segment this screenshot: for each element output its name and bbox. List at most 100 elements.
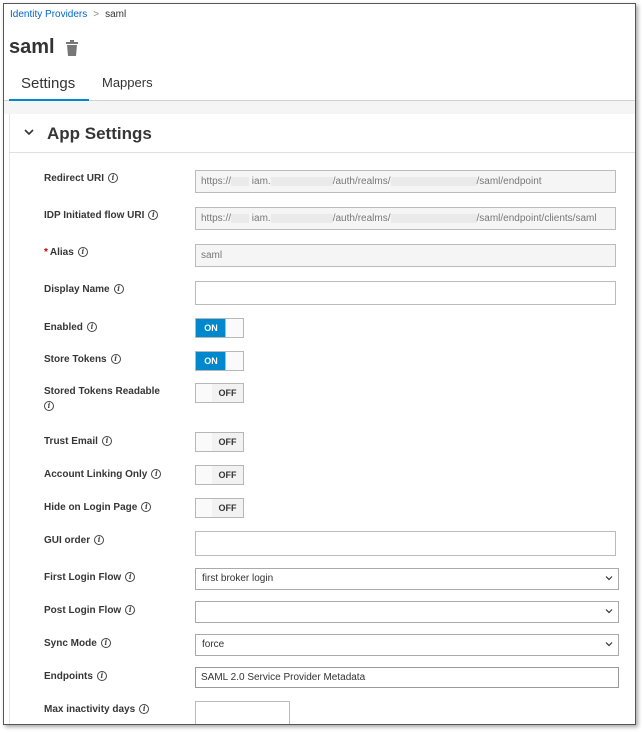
toggle-knob <box>225 352 243 370</box>
breadcrumb-separator: > <box>93 9 100 20</box>
info-icon[interactable]: i <box>94 535 105 545</box>
tab-mappers[interactable]: Mappers <box>102 75 153 90</box>
chevron-down-icon[interactable] <box>22 125 36 139</box>
info-icon[interactable]: i <box>125 572 136 582</box>
sync-mode-label: Sync Mode i <box>44 636 111 651</box>
redirect-uri-part-2: iam. <box>251 176 271 187</box>
toggle-state: OFF <box>212 466 243 484</box>
toggle-knob <box>196 466 213 484</box>
info-icon[interactable]: i <box>44 401 54 411</box>
post-login-flow-label: Post Login Flow i <box>44 603 136 618</box>
info-icon[interactable]: i <box>77 247 88 257</box>
info-icon[interactable]: i <box>148 210 159 220</box>
idp-flow-uri-label-text: IDP Initiated flow URI <box>44 210 145 221</box>
redirect-uri-part-1: https:// <box>201 176 232 187</box>
account-linking-only-label: Account Linking Only i <box>44 467 162 482</box>
chevron-down-icon <box>605 642 613 647</box>
trash-icon[interactable] <box>65 40 79 56</box>
chevron-down-icon <box>605 576 613 581</box>
account-linking-only-label-text: Account Linking Only <box>44 469 148 480</box>
enabled-label: Enabled i <box>44 320 97 335</box>
account-linking-only-toggle[interactable]: OFF <box>195 465 244 485</box>
alias-field[interactable]: saml <box>195 244 616 267</box>
breadcrumb: Identity Providers > saml <box>10 9 126 20</box>
max-inactivity-days-label: Max inactivity days i <box>44 702 150 717</box>
redaction <box>231 176 250 186</box>
toggle-knob <box>196 384 213 402</box>
stored-tokens-readable-label-text: Stored Tokens Readable <box>44 386 160 397</box>
max-inactivity-days-label-text: Max inactivity days <box>44 704 136 715</box>
toggle-knob <box>196 499 213 517</box>
info-icon[interactable]: i <box>141 502 152 512</box>
trust-email-label: Trust Email i <box>44 434 112 449</box>
trust-email-toggle[interactable]: OFF <box>195 432 244 452</box>
idp-flow-uri-field[interactable]: https:// iam. /auth/realms/ /saml/endpoint… <box>195 207 616 230</box>
info-icon[interactable]: i <box>110 354 121 364</box>
info-icon[interactable]: i <box>125 605 136 615</box>
toggle-state: OFF <box>212 384 243 402</box>
tab-settings-label: Settings <box>21 75 76 92</box>
info-icon[interactable]: i <box>108 173 119 183</box>
toggle-state: OFF <box>212 433 243 451</box>
section-title: App Settings <box>47 124 152 143</box>
first-login-flow-select[interactable]: first broker login <box>195 568 619 590</box>
store-tokens-toggle[interactable]: ON <box>195 351 244 371</box>
endpoints-label: Endpoints i <box>44 669 107 684</box>
info-icon[interactable]: i <box>139 704 150 714</box>
gui-order-input[interactable] <box>195 531 616 556</box>
info-icon[interactable]: i <box>96 671 107 681</box>
gui-order-label: GUI order i <box>44 533 105 548</box>
endpoints-label-text: Endpoints <box>44 671 93 682</box>
gui-order-label-text: GUI order <box>44 535 91 546</box>
display-name-label-text: Display Name <box>44 284 110 295</box>
hide-on-login-page-toggle[interactable]: OFF <box>195 498 244 518</box>
idp-flow-uri-part-4: /saml/endpoint/clients/saml <box>476 213 597 224</box>
breadcrumb-identity-providers[interactable]: Identity Providers <box>10 9 87 20</box>
endpoints-link[interactable]: SAML 2.0 Service Provider Metadata <box>195 667 619 688</box>
breadcrumb-current: saml <box>105 9 127 20</box>
redaction <box>231 213 250 223</box>
alias-label-text: Alias <box>49 247 74 258</box>
idp-flow-uri-part-1: https:// <box>201 213 232 224</box>
redirect-uri-field[interactable]: https:// iam. /auth/realms/ /saml/endpoint <box>195 170 616 193</box>
hide-on-login-page-label-text: Hide on Login Page <box>44 502 138 513</box>
select-value: first broker login <box>202 573 274 584</box>
redirect-uri-part-4: /saml/endpoint <box>476 176 542 187</box>
redirect-uri-label-text: Redirect URI <box>44 173 105 184</box>
idp-flow-uri-part-2: iam. <box>251 213 271 224</box>
app-settings-section: App Settings Redirect URI i https:// iam.… <box>9 114 635 724</box>
redirect-uri-label: Redirect URI i <box>44 171 119 186</box>
enabled-toggle[interactable]: ON <box>195 318 244 338</box>
post-login-flow-select[interactable] <box>195 601 619 623</box>
toggle-state: OFF <box>212 499 243 517</box>
max-inactivity-days-input[interactable] <box>195 701 290 724</box>
content-divider <box>4 101 635 114</box>
info-icon[interactable]: i <box>151 469 162 479</box>
toggle-state: ON <box>196 319 226 337</box>
stored-tokens-readable-toggle[interactable]: OFF <box>195 383 244 403</box>
info-icon[interactable]: i <box>113 284 124 294</box>
toggle-state: ON <box>196 352 226 370</box>
idp-flow-uri-part-3: /auth/realms/ <box>332 213 391 224</box>
tab-settings[interactable]: Settings <box>9 72 89 102</box>
sync-mode-select[interactable]: force <box>195 634 619 656</box>
info-icon[interactable]: i <box>100 638 111 648</box>
info-icon[interactable]: i <box>86 322 97 332</box>
hide-on-login-page-label: Hide on Login Page i <box>44 500 152 515</box>
section-header[interactable]: App Settings <box>10 114 635 153</box>
redaction <box>270 176 333 186</box>
trust-email-label-text: Trust Email <box>44 436 98 447</box>
select-value: force <box>202 639 225 650</box>
redaction <box>270 213 333 223</box>
app-frame: Identity Providers > saml saml Settings Ma… <box>3 3 636 725</box>
store-tokens-label-text: Store Tokens <box>44 354 107 365</box>
toggle-knob <box>196 433 213 451</box>
display-name-input[interactable] <box>195 281 616 305</box>
info-icon[interactable]: i <box>101 436 112 446</box>
first-login-flow-label: First Login Flow i <box>44 570 136 585</box>
page-title: saml <box>9 36 55 58</box>
tab-bar: Settings Mappers <box>4 64 635 102</box>
store-tokens-label: Store Tokens i <box>44 352 121 367</box>
display-name-label: Display Name i <box>44 282 124 297</box>
idp-flow-uri-label: IDP Initiated flow URI i <box>44 208 159 223</box>
